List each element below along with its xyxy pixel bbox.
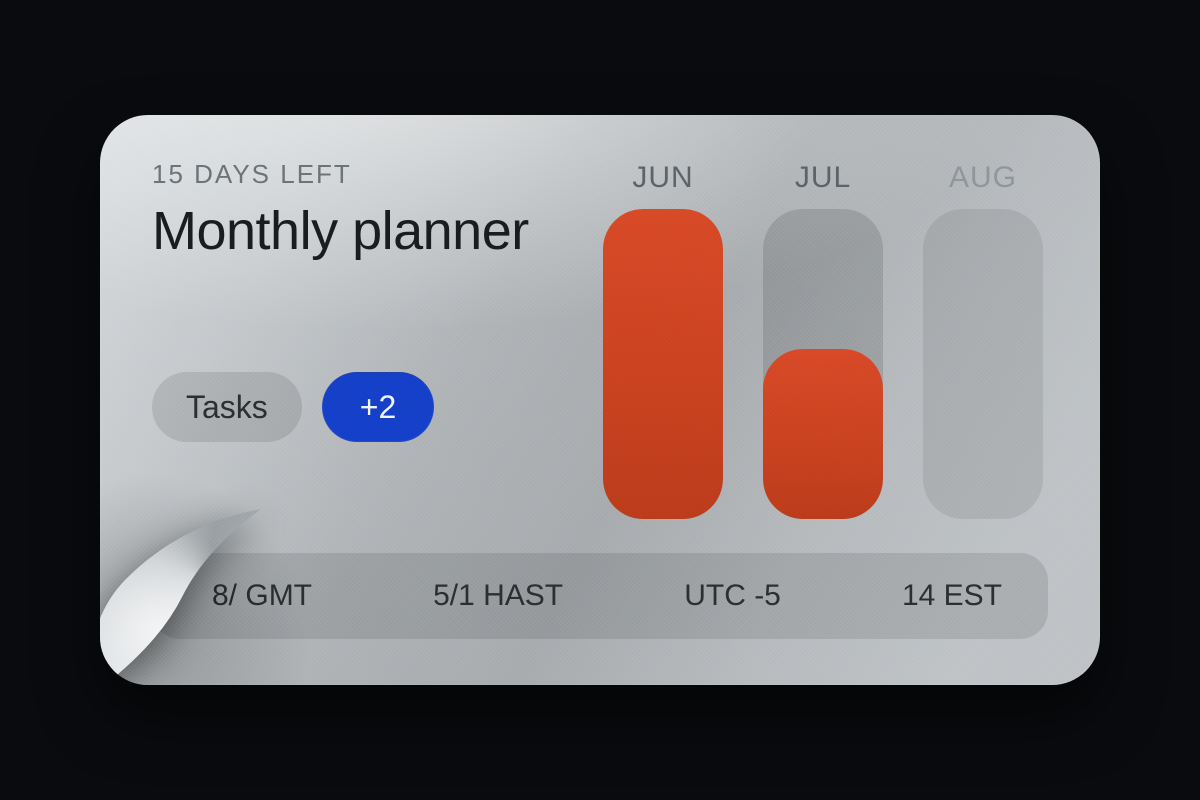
month-label: JUL [795,161,851,195]
month-bars: JUN JUL AUG [598,159,1048,519]
task-count-chip[interactable]: +2 [322,372,434,442]
tasks-chip[interactable]: Tasks [152,372,302,442]
timezone-item[interactable]: UTC -5 [684,579,781,613]
timezone-item[interactable]: 8/ GMT [212,579,312,613]
bar-track [763,209,883,519]
bar-track [923,209,1043,519]
planner-card: 15 DAYS LEFT Monthly planner Tasks +2 JU… [100,115,1100,685]
month-jul[interactable]: JUL [758,161,888,519]
bar-fill [603,209,723,519]
bar-track [603,209,723,519]
month-label: JUN [632,161,693,195]
timezone-item[interactable]: 14 EST [902,579,1002,613]
bar-fill [763,349,883,520]
card-top-row: 15 DAYS LEFT Monthly planner Tasks +2 JU… [152,159,1048,519]
timezone-bar[interactable]: 8/ GMT 5/1 HAST UTC -5 14 EST [152,553,1048,639]
month-jun[interactable]: JUN [598,161,728,519]
month-aug[interactable]: AUG [918,161,1048,519]
card-headings: 15 DAYS LEFT Monthly planner Tasks +2 [152,159,529,442]
timezone-item[interactable]: 5/1 HAST [433,579,563,613]
month-label: AUG [949,161,1017,195]
days-left-label: 15 DAYS LEFT [152,159,529,190]
chip-row: Tasks +2 [152,372,529,442]
card-title: Monthly planner [152,200,529,262]
